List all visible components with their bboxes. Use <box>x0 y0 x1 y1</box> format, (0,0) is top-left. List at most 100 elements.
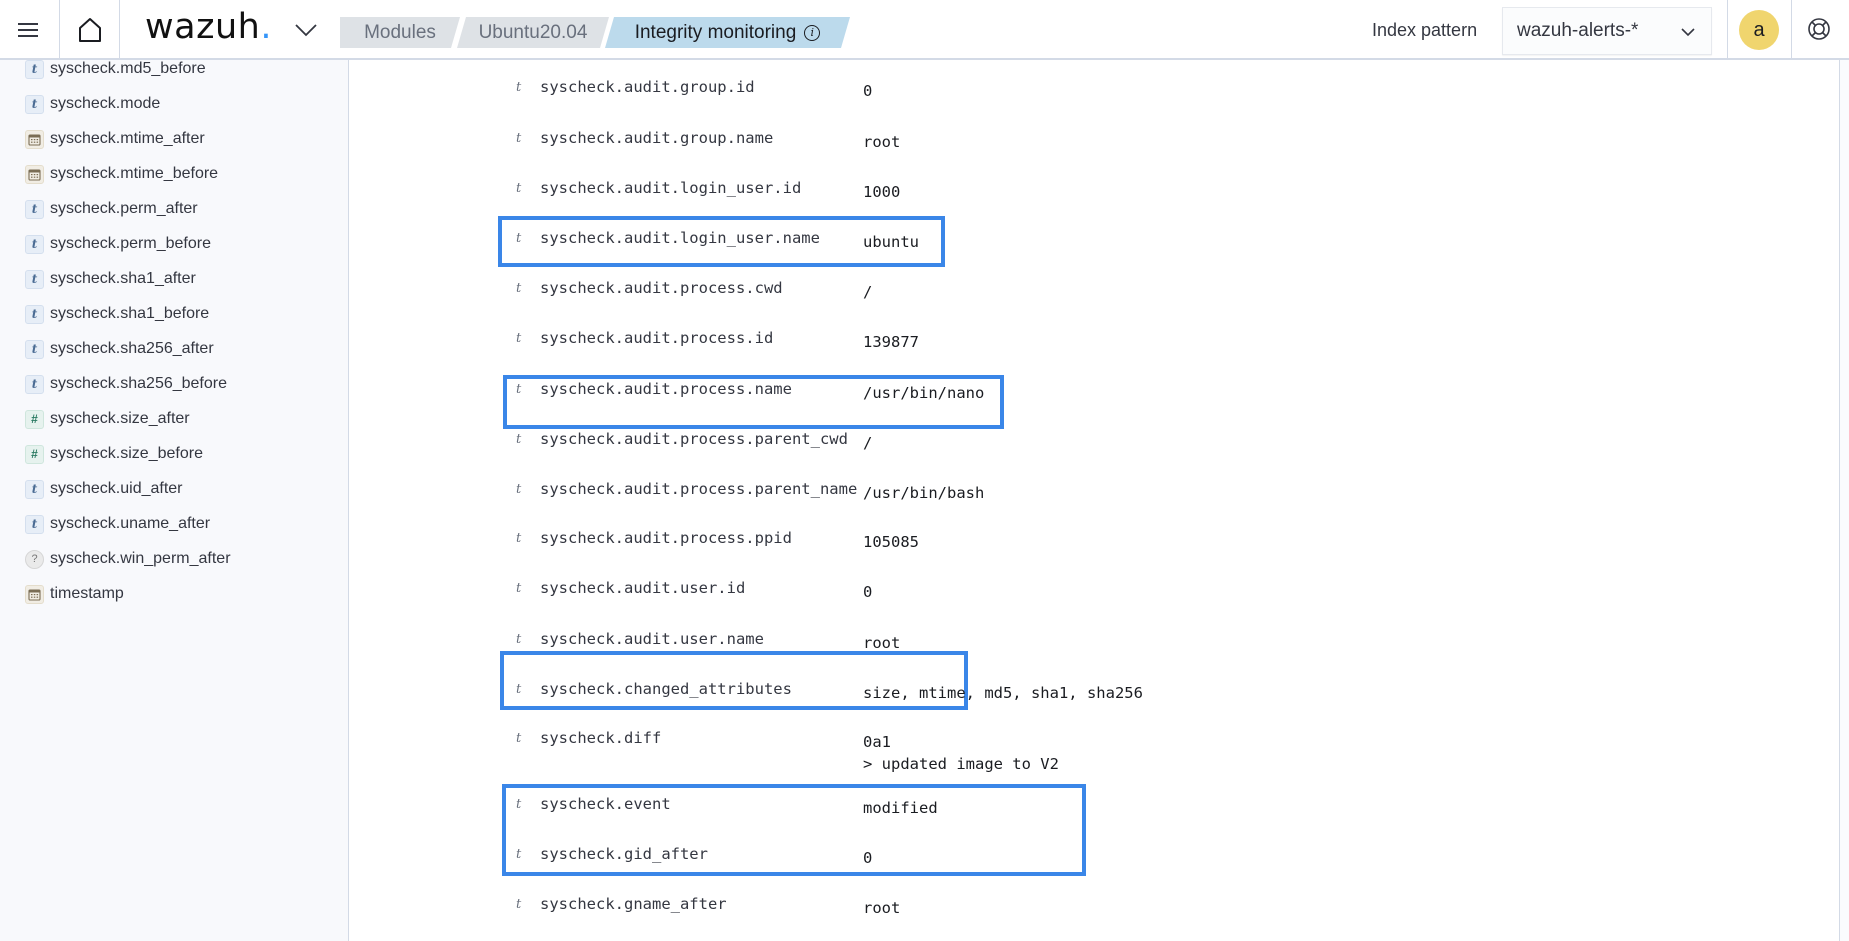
field-name: syscheck.audit.group.id <box>540 78 755 96</box>
logo-text: wazuh <box>145 7 261 47</box>
string-type-icon: t <box>516 731 522 746</box>
field-value: /usr/bin/bash <box>863 484 985 502</box>
document-field-row: t syscheck.audit.user.id 0 <box>349 579 1839 611</box>
field-name: syscheck.win_perm_after <box>50 550 231 567</box>
help-button[interactable] <box>1806 16 1834 44</box>
index-pattern-select[interactable]: wazuh-alerts-* <box>1502 7 1712 55</box>
field-name: syscheck.sha1_after <box>50 270 196 287</box>
field-name: timestamp <box>50 585 124 602</box>
sidebar-field-item[interactable]: t syscheck.sha256_before <box>25 373 227 395</box>
app-menu-toggle[interactable] <box>292 16 320 44</box>
field-value: /usr/bin/nano <box>863 384 985 402</box>
logo-dot: . <box>260 7 272 47</box>
number-type-icon: # <box>25 409 44 429</box>
field-value: 1000 <box>863 183 901 201</box>
document-field-row: t syscheck.audit.login_user.id 1000 <box>349 179 1839 211</box>
field-name: syscheck.audit.process.id <box>540 329 774 347</box>
string-type-icon: t <box>516 482 522 497</box>
string-type-icon: t <box>516 80 522 95</box>
help-lifebuoy-icon <box>1808 18 1830 40</box>
number-type-icon: # <box>25 444 44 464</box>
user-avatar[interactable]: a <box>1739 10 1779 50</box>
sidebar-field-item[interactable]: t syscheck.sha256_after <box>25 338 214 360</box>
field-name: syscheck.audit.process.ppid <box>540 529 792 547</box>
home-icon <box>79 18 101 42</box>
field-name: syscheck.audit.process.name <box>540 380 792 398</box>
document-field-row: t syscheck.event modified <box>349 795 1839 827</box>
field-value: root <box>863 634 901 652</box>
field-value: ubuntu <box>863 233 919 251</box>
field-name: syscheck.audit.user.id <box>540 579 746 597</box>
menu-button[interactable] <box>14 16 42 44</box>
field-name: syscheck.perm_after <box>50 200 198 217</box>
sidebar-field-item[interactable]: syscheck.mtime_after <box>25 128 205 150</box>
sidebar-field-item[interactable]: timestamp <box>25 583 124 605</box>
field-name: syscheck.audit.group.name <box>540 129 774 147</box>
sidebar-field-item[interactable]: ? syscheck.win_perm_after <box>25 548 231 570</box>
sidebar-field-item[interactable]: # syscheck.size_before <box>25 443 203 465</box>
document-field-row: t syscheck.audit.login_user.name ubuntu <box>349 229 1839 261</box>
document-field-row: t syscheck.audit.process.parent_name/usr/… <box>349 480 1839 512</box>
sidebar-field-item[interactable]: t syscheck.uname_after <box>25 513 210 535</box>
sidebar-field-item[interactable]: t syscheck.perm_after <box>25 198 198 220</box>
header-divider <box>1791 0 1792 58</box>
calendar-type-icon <box>25 584 44 604</box>
field-name: syscheck.audit.process.cwd <box>540 279 783 297</box>
field-name: syscheck.gid_after <box>540 845 708 863</box>
field-name: syscheck.changed_attributes <box>540 680 792 698</box>
sidebar-field-item[interactable]: t syscheck.sha1_before <box>25 303 209 325</box>
breadcrumb-label: Ubuntu20.04 <box>478 21 588 43</box>
string-type-icon: t <box>25 304 44 324</box>
string-type-icon: t <box>516 331 522 346</box>
field-name: syscheck.size_before <box>50 445 203 462</box>
field-name: syscheck.event <box>540 795 671 813</box>
wazuh-logo[interactable]: wazuh. <box>145 7 272 47</box>
sidebar-field-item[interactable]: t syscheck.perm_before <box>25 233 211 255</box>
calendar-type-icon <box>25 164 44 184</box>
field-value: root <box>863 133 901 151</box>
document-field-row: t syscheck.audit.process.id 139877 <box>349 329 1839 361</box>
field-name: syscheck.md5_before <box>50 60 206 77</box>
field-list-sidebar: t syscheck.md5_before t syscheck.mode sysche… <box>0 60 349 941</box>
sidebar-field-item[interactable]: t syscheck.sha1_after <box>25 268 196 290</box>
document-field-row: t syscheck.audit.group.id 0 <box>349 78 1839 110</box>
string-type-icon: t <box>516 531 522 546</box>
top-header: wazuh. Modules Ubuntu20.04 Integrity mon… <box>0 0 1849 60</box>
string-type-icon: t <box>25 374 44 394</box>
unknown-type-icon: ? <box>25 549 44 569</box>
document-field-row: t syscheck.gid_after 0 <box>349 845 1839 877</box>
field-name: syscheck.audit.user.name <box>540 630 764 648</box>
field-value: 0 <box>863 849 873 867</box>
string-type-icon: t <box>25 269 44 289</box>
document-field-row: t syscheck.audit.group.name root <box>349 129 1839 161</box>
document-field-row: t syscheck.gname_after root <box>349 895 1839 927</box>
breadcrumb-modules[interactable]: Modules <box>340 17 460 48</box>
scrollbar-track[interactable] <box>1839 60 1849 941</box>
home-button[interactable] <box>70 12 110 48</box>
field-name: syscheck.audit.login_user.name <box>540 229 820 247</box>
string-type-icon: t <box>516 797 522 812</box>
sidebar-field-item[interactable]: t syscheck.uid_after <box>25 478 183 500</box>
string-type-icon: t <box>25 94 44 114</box>
sidebar-field-item[interactable]: t syscheck.md5_before <box>25 60 206 80</box>
sidebar-field-item[interactable]: t syscheck.mode <box>25 93 160 115</box>
field-value: 0a1 > updated image to V2 <box>863 733 1059 773</box>
field-name: syscheck.uid_after <box>50 480 183 497</box>
document-field-row: t syscheck.diff 0a1 > updated image to V2 <box>349 729 1839 773</box>
sidebar-field-item[interactable]: # syscheck.size_after <box>25 408 190 430</box>
field-value: root <box>863 899 901 917</box>
info-icon[interactable]: i <box>804 25 820 41</box>
field-name: syscheck.sha256_after <box>50 340 214 357</box>
breadcrumb-agent[interactable]: Ubuntu20.04 <box>457 17 609 48</box>
string-type-icon: t <box>516 231 522 246</box>
string-type-icon: t <box>516 581 522 596</box>
field-value: / <box>863 283 873 301</box>
field-name: syscheck.sha256_before <box>50 375 227 392</box>
header-divider <box>119 0 120 58</box>
header-divider <box>59 0 60 58</box>
string-type-icon: t <box>25 60 44 79</box>
field-value: 105085 <box>863 533 919 551</box>
string-type-icon: t <box>516 432 522 447</box>
field-name: syscheck.perm_before <box>50 235 211 252</box>
sidebar-field-item[interactable]: syscheck.mtime_before <box>25 163 218 185</box>
